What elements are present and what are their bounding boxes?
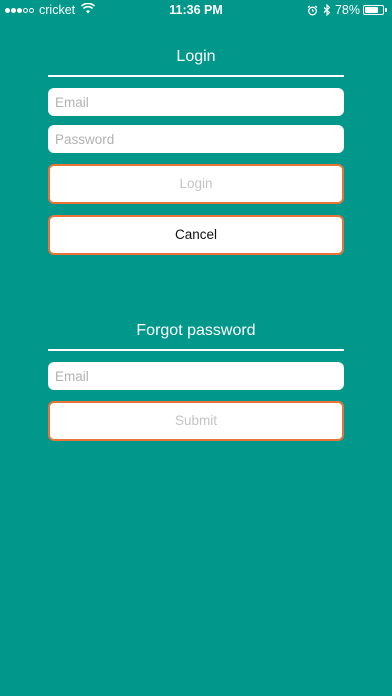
- battery-percent: 78%: [334, 3, 360, 17]
- bluetooth-icon: [323, 4, 331, 16]
- email-field[interactable]: [48, 88, 344, 116]
- battery-tip: [385, 8, 387, 12]
- password-field[interactable]: [48, 125, 344, 153]
- login-title: Login: [176, 48, 216, 65]
- status-bar: cricket 11:36 PM 78%: [0, 0, 392, 20]
- forgot-email-field[interactable]: [48, 362, 344, 390]
- cancel-button[interactable]: Cancel: [48, 215, 344, 255]
- login-button[interactable]: Login: [48, 164, 344, 204]
- alarm-icon: [307, 5, 318, 16]
- status-right: 78%: [307, 2, 387, 18]
- battery-level: [365, 7, 379, 13]
- login-divider: [48, 75, 344, 77]
- forgot-password-title: Forgot password: [136, 322, 256, 339]
- battery-icon: [363, 5, 384, 15]
- submit-button[interactable]: Submit: [48, 401, 344, 441]
- forgot-password-divider: [48, 349, 344, 351]
